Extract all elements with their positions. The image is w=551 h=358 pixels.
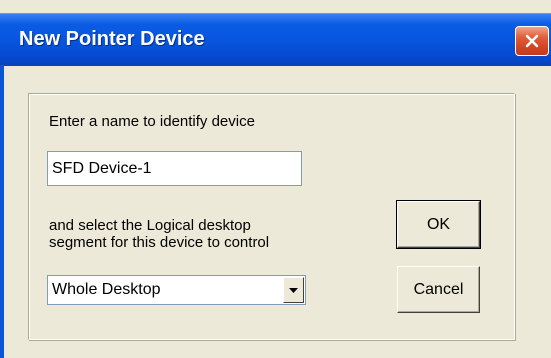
desktop-segment-select[interactable]: Whole Desktop [47, 275, 306, 305]
ok-button[interactable]: OK [396, 200, 481, 249]
name-prompt-label: Enter a name to identify device [49, 113, 255, 130]
dropdown-button[interactable] [283, 277, 304, 303]
new-pointer-device-dialog: New Pointer Device Enter a name to ident… [0, 0, 551, 358]
cancel-button[interactable]: Cancel [397, 266, 480, 313]
chevron-down-icon [289, 287, 298, 293]
window-title: New Pointer Device [19, 28, 205, 50]
device-name-input[interactable] [47, 151, 302, 186]
close-button[interactable] [515, 26, 549, 56]
window-left-border [0, 65, 4, 358]
segment-prompt-line2: segment for this device to control [49, 234, 270, 251]
title-bar[interactable]: New Pointer Device [0, 13, 551, 66]
close-icon [525, 34, 539, 48]
desktop-segment-value: Whole Desktop [52, 281, 161, 298]
